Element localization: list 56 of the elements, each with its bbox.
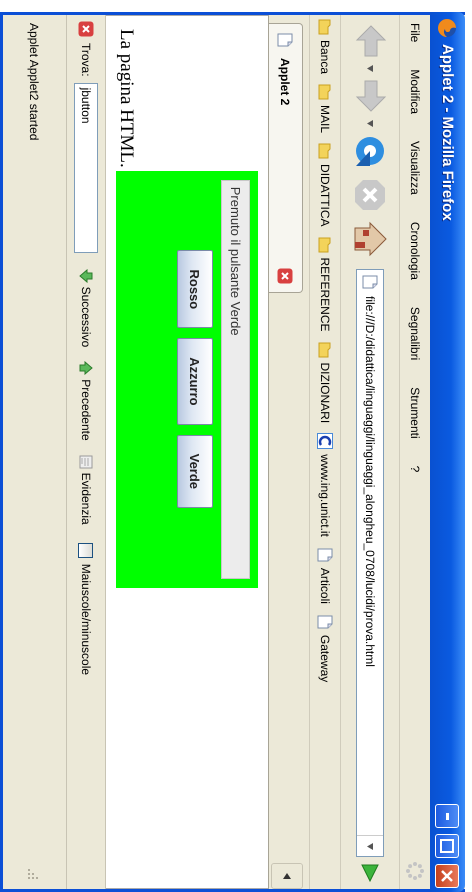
find-label: Trova: [79,43,93,77]
browser-tab[interactable]: Applet 2 [269,23,303,293]
menu-item[interactable]: ? [406,466,424,472]
letter-c-icon [317,433,333,450]
find-button[interactable]: Precedente [79,357,93,445]
checkbox-label: Maiuscole/minuscole [79,564,93,676]
window-title: Applet 2 - Mozilla Firefox [439,44,456,223]
status-text: Applet Applet2 started [28,23,42,142]
page-icon [79,454,93,469]
folder-icon [317,84,333,100]
find-field[interactable]: jbutton [74,82,98,253]
dropdown-arrow-icon[interactable] [367,120,373,127]
page-icon [362,274,378,290]
address-field[interactable]: file:///D:/didattica/linguaggi/linguaggi_alongheu_0708/lucidi/prova.html [356,269,384,857]
page-text: La pagina HTML. [116,29,136,168]
menu-item[interactable]: Cronologia [406,222,424,280]
close-button[interactable] [436,864,460,888]
page-icon [317,614,333,630]
menu-item[interactable]: Strumenti [406,387,424,439]
page-icon [317,546,333,563]
bookmark-item[interactable]: DIZIONARI [317,342,333,424]
color-button[interactable]: Rosso [177,250,213,328]
close-icon [442,870,454,882]
close-tab-icon[interactable] [278,268,294,284]
scroll-button[interactable] [271,863,303,889]
folder-icon [317,342,333,358]
bookmark-item[interactable]: REFERENCE [317,236,333,332]
bookmark-item[interactable]: Banca [317,19,333,74]
dropdown-arrow-icon[interactable] [367,842,373,850]
bookmark-item[interactable]: www.ing.unict.it [317,433,333,537]
find-button[interactable]: Successivo [79,264,93,352]
find-button[interactable]: Evidenzia [79,450,93,529]
bookmark-item[interactable]: Articoli [317,546,333,604]
minimize-button[interactable] [436,804,460,828]
menu-item[interactable]: Visualizza [406,141,424,195]
maximize-button[interactable] [436,834,460,858]
menu-item[interactable]: File [406,23,424,42]
match-case-checkbox[interactable] [78,542,94,558]
bookmark-item[interactable]: MAIL [317,84,333,134]
page-icon [278,32,294,48]
menu-item[interactable]: Modifica [406,69,424,114]
bookmark-item[interactable]: DIDATTICA [317,143,333,226]
throbber-icon [405,861,425,881]
maximize-icon [440,839,454,853]
bookmark-item[interactable]: Gateway [317,614,333,682]
folder-icon [317,236,333,252]
folder-icon [317,19,333,35]
globe-logo-icon [438,18,458,38]
folder-icon [317,143,333,160]
message-field: Premuto il pulsante Verde [221,180,250,579]
minimize-icon [446,812,449,820]
color-button[interactable]: Verde [177,434,213,508]
dropdown-arrow-icon[interactable] [367,65,373,72]
color-button[interactable]: Azzurro [177,338,213,425]
close-icon[interactable] [78,21,94,37]
menu-item[interactable]: Segnalibri [406,306,424,360]
